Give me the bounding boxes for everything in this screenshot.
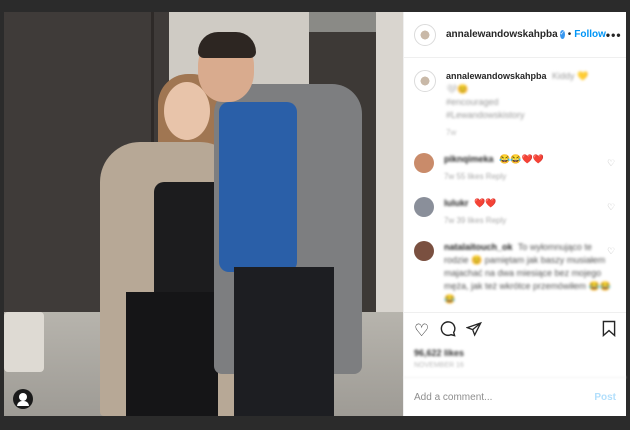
author-avatar[interactable] [414, 23, 436, 46]
caption-time: 7w [446, 128, 457, 137]
comment-text: ❤️❤️ [474, 198, 497, 208]
instagram-post-modal: annalewandowskahpba ✓ • Follow ••• annal… [4, 12, 626, 416]
photo-man-sweater [219, 102, 297, 272]
photo-woman-pants [126, 292, 218, 416]
add-comment-bar: Post [404, 378, 626, 416]
post-side-panel: annalewandowskahpba ✓ • Follow ••• annal… [403, 12, 626, 416]
more-options-icon[interactable]: ••• [606, 28, 622, 42]
comment-avatar[interactable] [414, 241, 434, 261]
photo-man-hair [198, 32, 256, 58]
bookmark-icon[interactable] [602, 320, 616, 341]
heart-icon[interactable]: ♡ [414, 321, 429, 340]
comment-text: 😂😂❤️❤️ [499, 154, 544, 164]
comment-username[interactable]: natalaitouch_ok [444, 242, 513, 252]
caption-hashtag-1[interactable]: #encouraged [446, 97, 499, 107]
comment-meta: 7w 39 likes Reply [444, 216, 507, 225]
post-header: annalewandowskahpba ✓ • Follow ••• [404, 12, 626, 58]
photo-man-pants [234, 267, 334, 416]
caption-text-2: 🤍😊 [446, 84, 469, 94]
caption-avatar[interactable] [414, 70, 436, 92]
comment-item: lulukr ❤️❤️ 7w 39 likes Reply ♡ [414, 197, 616, 227]
comment-like-icon[interactable]: ♡ [607, 159, 616, 168]
caption-username[interactable]: annalewandowskahpba [446, 71, 547, 81]
photo-pillar [376, 12, 403, 322]
post-date: NOVEMBER 16 [404, 358, 626, 378]
comment-like-icon[interactable]: ♡ [607, 203, 616, 212]
photo-step [4, 312, 44, 372]
caption-text-1: Kiddy 💛 [552, 71, 589, 81]
tagged-users-button[interactable] [13, 389, 33, 409]
comment-meta: 7w 55 likes Reply [444, 172, 507, 181]
add-comment-input[interactable] [414, 391, 595, 403]
user-tag-icon [17, 393, 29, 406]
share-icon[interactable] [465, 321, 483, 341]
comment-avatar[interactable] [414, 153, 434, 173]
post-photo[interactable] [4, 12, 403, 416]
post-comment-button[interactable]: Post [594, 392, 616, 403]
follow-button[interactable]: Follow [574, 29, 606, 40]
comments-list[interactable]: annalewandowskahpba Kiddy 💛 🤍😊 #encourag… [404, 58, 626, 312]
post-actions: ♡ [404, 312, 626, 348]
comment-avatar[interactable] [414, 197, 434, 217]
comment-item: piknqimeka 😂😂❤️❤️ 7w 55 likes Reply ♡ [414, 153, 616, 183]
comment-like-icon[interactable]: ♡ [607, 247, 616, 256]
comment-username[interactable]: piknqimeka [444, 154, 494, 164]
comment-item: natalaitouch_ok To wyłomnująco te rodzie… [414, 241, 616, 306]
comment-icon[interactable] [439, 320, 456, 341]
post-caption: annalewandowskahpba Kiddy 💛 🤍😊 #encourag… [414, 70, 616, 139]
author-username[interactable]: annalewandowskahpba [446, 29, 558, 40]
comment-username[interactable]: lulukr [444, 198, 469, 208]
verified-badge-icon: ✓ [559, 30, 565, 39]
caption-hashtag-2[interactable]: #Lewandowskistory [446, 110, 525, 120]
likes-count[interactable]: 96,622 likes [404, 348, 626, 358]
header-separator: • [567, 29, 572, 40]
